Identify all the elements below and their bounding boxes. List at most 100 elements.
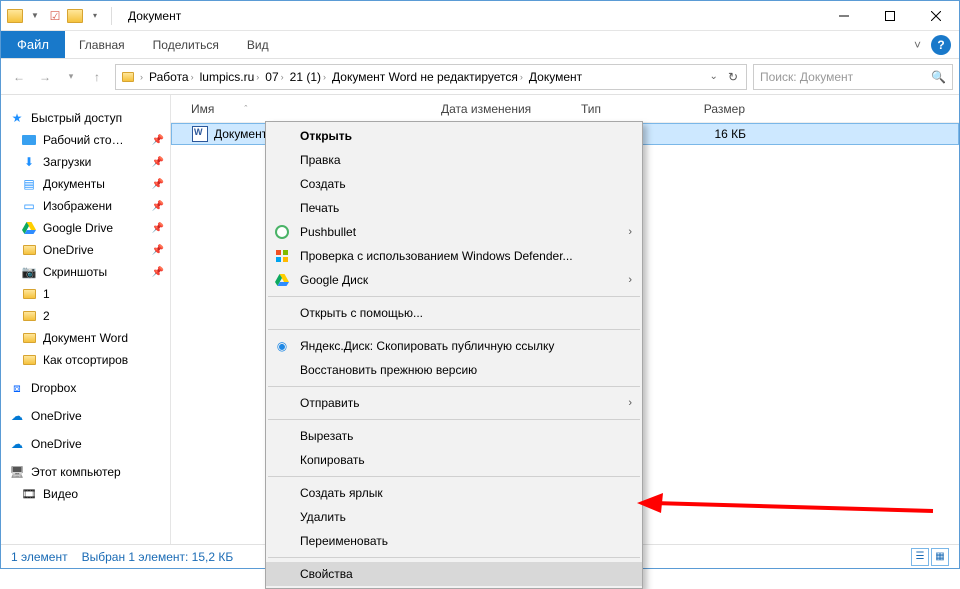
ctx-gdrive[interactable]: Google Диск› <box>266 268 642 292</box>
ctx-delete[interactable]: Удалить <box>266 505 642 529</box>
sidebar-item-desktop[interactable]: Рабочий сто…📌 <box>1 129 170 151</box>
tab-share[interactable]: Поделиться <box>139 31 233 58</box>
properties-icon[interactable]: ☑ <box>47 8 63 24</box>
sidebar-item-label: Видео <box>43 487 78 501</box>
crumb[interactable]: Документ <box>527 70 584 84</box>
new-folder-icon[interactable] <box>67 8 83 24</box>
col-date[interactable]: Дата изменения <box>433 102 573 116</box>
details-view-button[interactable]: ☰ <box>911 548 929 566</box>
ctx-restore[interactable]: Восстановить прежнюю версию <box>266 358 642 382</box>
sidebar-item-pictures[interactable]: ▭Изображени📌 <box>1 195 170 217</box>
crumb[interactable]: 07 › <box>263 70 285 84</box>
sidebar-item-label: Документ Word <box>43 331 128 345</box>
sidebar-item-label: Быстрый доступ <box>31 111 122 125</box>
submenu-arrow-icon: › <box>628 274 632 286</box>
up-button[interactable]: ↑ <box>85 65 109 89</box>
maximize-button[interactable] <box>867 1 913 31</box>
ctx-rename[interactable]: Переименовать <box>266 529 642 553</box>
video-icon: 🎞 <box>21 486 37 502</box>
crumb[interactable]: lumpics.ru › <box>198 70 262 84</box>
ctx-print[interactable]: Печать <box>266 196 642 220</box>
ctx-new[interactable]: Создать <box>266 172 642 196</box>
submenu-arrow-icon: › <box>628 226 632 238</box>
ctx-cut[interactable]: Вырезать <box>266 424 642 448</box>
pin-icon: 📌 <box>152 201 164 212</box>
ctx-defender[interactable]: Проверка с использованием Windows Defend… <box>266 244 642 268</box>
crumb[interactable]: Работа › <box>147 70 196 84</box>
sidebar-dropbox[interactable]: ⧈Dropbox <box>1 377 170 399</box>
tab-view[interactable]: Вид <box>233 31 283 58</box>
word-file-icon <box>192 126 208 142</box>
nav-tree: ★ Быстрый доступ Рабочий сто…📌 ⬇Загрузки… <box>1 95 171 544</box>
sidebar-item-label: Скриншоты <box>43 265 107 279</box>
document-icon: ▤ <box>21 176 37 192</box>
camera-icon: 📷 <box>21 264 37 280</box>
column-headers: Имя ˆ Дата изменения Тип Размер <box>171 95 959 123</box>
close-button[interactable] <box>913 1 959 31</box>
address-bar[interactable]: › Работа › lumpics.ru › 07 › 21 (1) › До… <box>115 64 747 90</box>
sidebar-item-documents[interactable]: ▤ Документы 📌 <box>1 173 170 195</box>
separator <box>268 386 640 387</box>
back-button[interactable]: ← <box>7 65 31 89</box>
ribbon: Файл Главная Поделиться Вид ˅ ? <box>1 31 959 59</box>
ctx-open[interactable]: Открыть <box>266 124 642 148</box>
sidebar-item-gdrive[interactable]: Google Drive📌 <box>1 217 170 239</box>
sidebar-item-video[interactable]: 🎞 Видео <box>1 483 170 505</box>
cloud-icon: ☁ <box>9 408 25 424</box>
address-dropdown-icon[interactable]: ⌄ <box>706 71 722 82</box>
gdrive-icon <box>21 220 37 236</box>
ctx-pushbullet[interactable]: Pushbullet› <box>266 220 642 244</box>
crumb[interactable]: 21 (1) › <box>288 70 328 84</box>
sidebar-item[interactable]: 2 <box>1 305 170 327</box>
large-icons-button[interactable]: ▦ <box>931 548 949 566</box>
defender-icon <box>274 248 290 264</box>
refresh-icon[interactable]: ↻ <box>724 70 742 84</box>
ctx-sendto[interactable]: Отправить› <box>266 391 642 415</box>
sidebar-item[interactable]: Документ Word <box>1 327 170 349</box>
tab-home[interactable]: Главная <box>65 31 139 58</box>
recent-dropdown[interactable]: ▾ <box>59 65 83 89</box>
computer-icon: 🖥 <box>9 464 25 480</box>
crumb[interactable]: Документ Word не редактируется › <box>330 70 525 84</box>
sidebar-onedrive[interactable]: ☁OneDrive <box>1 405 170 427</box>
ctx-shortcut[interactable]: Создать ярлык <box>266 481 642 505</box>
sidebar-item[interactable]: Как отсортиров <box>1 349 170 371</box>
sidebar-item-label: Документы <box>43 177 105 191</box>
search-input[interactable]: Поиск: Документ 🔍 <box>753 64 953 90</box>
separator <box>268 557 640 558</box>
sidebar-item-onedrive[interactable]: OneDrive📌 <box>1 239 170 261</box>
col-size[interactable]: Размер <box>673 102 753 116</box>
sidebar-onedrive[interactable]: ☁OneDrive <box>1 433 170 455</box>
sidebar-item-downloads[interactable]: ⬇Загрузки📌 <box>1 151 170 173</box>
view-toggle: ☰ ▦ <box>911 548 949 566</box>
separator <box>111 7 112 25</box>
sidebar-quick-access[interactable]: ★ Быстрый доступ <box>1 107 170 129</box>
ribbon-expand-icon[interactable]: ˅ <box>914 38 921 52</box>
search-placeholder: Поиск: Документ <box>760 70 853 84</box>
qat-overflow-icon[interactable]: ▾ <box>87 8 103 24</box>
sidebar-item-label: Dropbox <box>31 381 76 395</box>
ctx-properties[interactable]: Свойства <box>266 562 642 586</box>
quick-access-toolbar: ▼ ☑ ▾ <box>1 7 122 25</box>
minimize-button[interactable] <box>821 1 867 31</box>
sidebar-item-label: Рабочий сто… <box>43 133 124 147</box>
sidebar-item[interactable]: 1 <box>1 283 170 305</box>
pin-icon: 📌 <box>152 179 164 190</box>
ctx-copy[interactable]: Копировать <box>266 448 642 472</box>
search-icon[interactable]: 🔍 <box>931 70 946 84</box>
col-type[interactable]: Тип <box>573 102 673 116</box>
separator <box>268 419 640 420</box>
ctx-edit[interactable]: Правка <box>266 148 642 172</box>
sidebar-item-label: Изображени <box>43 199 112 213</box>
sidebar-item-screenshots[interactable]: 📷Скриншоты📌 <box>1 261 170 283</box>
ctx-openwith[interactable]: Открыть с помощью... <box>266 301 642 325</box>
gdrive-icon <box>274 272 290 288</box>
col-name[interactable]: Имя ˆ <box>183 102 433 116</box>
file-tab[interactable]: Файл <box>1 31 65 58</box>
forward-button[interactable]: → <box>33 65 57 89</box>
qat-dropdown-icon[interactable]: ▼ <box>27 8 43 24</box>
ctx-yadisk[interactable]: ◉Яндекс.Диск: Скопировать публичную ссыл… <box>266 334 642 358</box>
help-button[interactable]: ? <box>931 35 951 55</box>
sidebar-item-label: Этот компьютер <box>31 465 121 479</box>
sidebar-thispc[interactable]: 🖥 Этот компьютер <box>1 461 170 483</box>
